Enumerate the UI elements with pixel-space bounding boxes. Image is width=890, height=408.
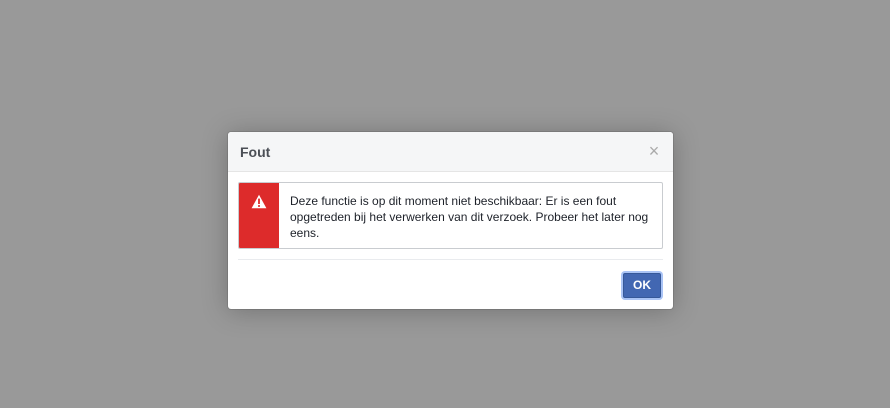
dialog-header: Fout × xyxy=(228,132,673,172)
ok-button[interactable]: OK xyxy=(623,273,661,298)
dialog-body: Deze functie is op dit moment niet besch… xyxy=(238,182,663,249)
error-message-box: Deze functie is op dit moment niet besch… xyxy=(238,182,663,249)
error-message-text: Deze functie is op dit moment niet besch… xyxy=(290,194,649,240)
close-icon[interactable]: × xyxy=(647,142,661,160)
dialog-title: Fout xyxy=(240,144,271,160)
footer-divider xyxy=(238,259,663,260)
warning-icon xyxy=(251,194,267,209)
error-strip xyxy=(239,183,279,248)
error-dialog: Fout × Deze functie is op dit moment nie… xyxy=(228,132,673,309)
